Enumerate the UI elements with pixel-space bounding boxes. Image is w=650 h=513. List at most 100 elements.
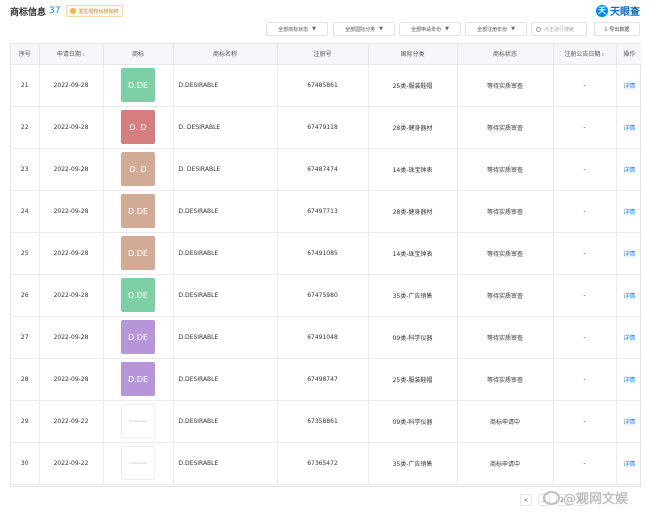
row-status: 商标申请中 (457, 442, 554, 485)
weibo-icon (543, 490, 560, 505)
row-logo-cell: D.DE (103, 190, 174, 233)
col-pub-date[interactable]: 注册公告日期⇕ (553, 44, 617, 65)
col-name: 商标名称 (173, 44, 278, 65)
row-name: D. DESIRABLE (173, 106, 278, 149)
detail-link[interactable]: 详情 (623, 209, 635, 216)
row-pub-date: - (553, 64, 617, 107)
row-name: D.DESIRABLE (173, 358, 278, 401)
page-prev-button[interactable]: < (520, 494, 532, 506)
trademark-logo[interactable]: D.DE (121, 236, 155, 270)
row-pub-date: - (553, 400, 617, 443)
row-class: 14类-珠宝钟表 (368, 232, 458, 275)
row-reg-no: 67498747 (277, 358, 369, 401)
detail-link[interactable]: 详情 (623, 251, 635, 258)
row-class: 14类-珠宝钟表 (368, 148, 458, 191)
row-class: 25类-服装鞋帽 (368, 64, 458, 107)
row-no: 30 (11, 442, 40, 485)
row-apply-date: 2022-09-28 (39, 316, 104, 359)
row-reg-no: 67365472 (277, 442, 369, 485)
row-logo-cell: D.DE (103, 64, 174, 107)
filter-class[interactable]: 全部国际分类 ▼ (333, 22, 395, 36)
trademark-logo[interactable]: D.DE (121, 278, 155, 312)
filter-status-label: 全部商标状态 (278, 26, 309, 33)
filter-status[interactable]: 全部商标状态 ▼ (266, 22, 328, 36)
caret-down-icon: ▼ (511, 26, 515, 32)
col-class: 国际分类 (368, 44, 458, 65)
export-button[interactable]: ⤓ 导出数据 (594, 22, 640, 36)
row-class: 28类-健身器材 (368, 190, 458, 233)
detail-link[interactable]: 详情 (623, 125, 635, 132)
trademark-logo[interactable]: D.DE (121, 320, 155, 354)
row-status: 等待实质审查 (457, 148, 554, 191)
row-status: 等待实质审查 (457, 274, 554, 317)
row-logo-cell: D.DE (103, 274, 174, 317)
tianyancha-icon: 天 (596, 4, 608, 17)
table-row: 21 2022-09-28 D.DE D.DESIRABLE 67485861 25类-服… (11, 64, 642, 107)
row-class: 35类-广告销售 (368, 274, 458, 317)
notice-badge[interactable]: 发生侵权纠纷如何 (66, 5, 124, 17)
row-class: 35类-广告销售 (368, 442, 458, 485)
col-no: 序号 (11, 44, 40, 65)
row-reg-no: 67491048 (277, 316, 369, 359)
row-no: 21 (11, 64, 40, 107)
row-pub-date: - (553, 358, 617, 401)
table-row: 29 2022-09-22 D.Desirable D.DESIRABLE 673588… (11, 400, 642, 443)
filter-reg-year-label: 全部注册年份 (477, 26, 508, 33)
filter-apply-year[interactable]: 全部申请年份 ▼ (399, 22, 461, 36)
col-reg-no: 注册号 (277, 44, 369, 65)
trademark-logo[interactable]: D.Desirable (121, 446, 155, 480)
row-op-cell: 详情 (616, 106, 642, 149)
row-op-cell: 详情 (616, 190, 642, 233)
trademark-logo[interactable]: D.Desirable (121, 404, 155, 438)
row-op-cell: 详情 (616, 400, 642, 443)
row-no: 26 (11, 274, 40, 317)
row-pub-date: - (553, 106, 617, 149)
trademark-logo[interactable]: D.DE (121, 68, 155, 102)
row-pub-date: - (553, 232, 617, 275)
row-no: 23 (11, 148, 40, 191)
row-op-cell: 详情 (616, 274, 642, 317)
row-logo-cell: D.DE (103, 358, 174, 401)
col-apply-date[interactable]: 申请日期⇕ (39, 44, 104, 65)
detail-link[interactable]: 详情 (623, 461, 635, 468)
trademark-logo[interactable]: D.DE (121, 194, 155, 228)
row-name: D.DESIRABLE (173, 316, 278, 359)
trademark-logo[interactable]: D. D (121, 152, 155, 186)
table-row: 23 2022-09-28 D. D D. DESIRABLE 67487474 14类-… (11, 148, 642, 191)
section-header: 商标信息 37 发生侵权纠纷如何 (10, 3, 124, 19)
search-input[interactable]: 点击进行搜索 (531, 22, 587, 36)
row-status: 等待实质审查 (457, 232, 554, 275)
section-count: 37 (49, 6, 61, 16)
row-logo-cell: D. D (103, 148, 174, 191)
table-header-row: 序号 申请日期⇕ 商标 商标名称 注册号 国际分类 商标状态 注册公告日期⇕ 操… (11, 44, 642, 65)
sort-icon: ⇕ (601, 52, 605, 58)
warning-icon (70, 8, 77, 14)
row-reg-no: 67497713 (277, 190, 369, 233)
caret-down-icon: ▼ (379, 26, 383, 32)
row-status: 等待实质审查 (457, 106, 554, 149)
row-no: 24 (11, 190, 40, 233)
row-apply-date: 2022-09-28 (39, 274, 104, 317)
download-icon: ⤓ (604, 25, 608, 32)
row-reg-no: 67479118 (277, 106, 369, 149)
filter-apply-year-label: 全部申请年份 (411, 26, 442, 33)
detail-link[interactable]: 详情 (623, 167, 635, 174)
detail-link[interactable]: 详情 (623, 419, 635, 426)
row-pub-date: - (553, 274, 617, 317)
trademark-logo[interactable]: D.DE (121, 362, 155, 396)
row-class: 25类-服装鞋帽 (368, 358, 458, 401)
row-apply-date: 2022-09-22 (39, 400, 104, 443)
search-placeholder: 点击进行搜索 (544, 26, 575, 33)
detail-link[interactable]: 详情 (623, 377, 635, 384)
row-reg-no: 67491085 (277, 232, 369, 275)
detail-link[interactable]: 详情 (623, 335, 635, 342)
filter-reg-year[interactable]: 全部注册年份 ▼ (465, 22, 527, 36)
row-no: 28 (11, 358, 40, 401)
detail-link[interactable]: 详情 (623, 83, 635, 90)
row-op-cell: 详情 (616, 442, 642, 485)
detail-link[interactable]: 详情 (623, 293, 635, 300)
row-op-cell: 详情 (616, 358, 642, 401)
weibo-watermark: @观网文娱 (543, 488, 628, 507)
row-name: D.DESIRABLE (173, 190, 278, 233)
trademark-logo[interactable]: D. D (121, 110, 155, 144)
